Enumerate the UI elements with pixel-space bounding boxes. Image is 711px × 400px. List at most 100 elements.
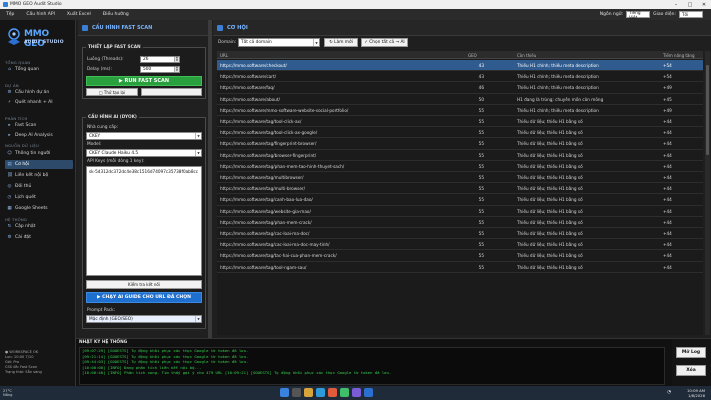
maximize-icon[interactable]: □ — [683, 2, 697, 8]
browser-icon[interactable] — [316, 388, 325, 397]
cell-missing: Thiếu dữ liệu; thiếu H1 bằng số — [517, 186, 583, 192]
wifi-icon[interactable]: ◔ — [667, 390, 671, 395]
table-row[interactable]: https://mmo.software/faq/46 Thiếu H1 chín… — [217, 82, 703, 94]
column-header-url[interactable]: URL — [220, 53, 228, 58]
model-value: CKEY Claude Haiku 4.5 — [89, 150, 139, 156]
clock-date: 1/8/2026 — [687, 393, 705, 398]
table-row[interactable]: https://mmo.software/about/50 H1 đang là … — [217, 94, 703, 105]
sidebar-item-internal-links[interactable]: ⛓ Liên kết nội bộ — [5, 171, 73, 180]
column-header-missing[interactable]: Còn thiếu — [517, 53, 536, 58]
column-header-potential[interactable]: Tiềm năng tăng — [663, 53, 695, 58]
opportunities-table: URL GEO Còn thiếu Tiềm năng tăng https:/… — [217, 51, 703, 335]
log-output[interactable]: [09:07:29] [GOOESTS] Tự động khôi phục x… — [79, 347, 665, 385]
cell-potential: +44 — [663, 197, 672, 203]
sidebar-item-label: Quét nhanh + AI — [15, 100, 53, 105]
close-icon[interactable]: ✕ — [697, 2, 711, 8]
prompt-pack-select[interactable]: Mặc định (GEO/SEO) ▼ — [86, 315, 202, 323]
run-ai-guide-button[interactable]: ▶ CHẠY AI GUIDE CHO URL ĐÃ CHỌN — [86, 292, 202, 303]
test-connection-button[interactable]: Kiểm tra kết nối — [86, 280, 202, 289]
table-row[interactable]: https://mmo.software/tag/phan-mem-tao-hi… — [217, 161, 703, 172]
language-select[interactable]: Tiếng Việt — [626, 10, 651, 20]
secondary-button[interactable] — [141, 88, 202, 96]
table-row[interactable]: https://mmo.software/tag/website-gia-mao… — [217, 206, 703, 217]
table-scrollbar[interactable] — [705, 51, 710, 335]
app-icon[interactable] — [364, 388, 373, 397]
sidebar-item-overview[interactable]: ⌂ Tổng quan — [5, 65, 73, 74]
cell-geo-score: 43 — [478, 63, 484, 68]
run-fast-scan-button[interactable]: ▶ RUN FAST SCAN — [86, 76, 202, 86]
model-select[interactable]: CKEY Claude Haiku 4.5 ▼ — [86, 149, 202, 157]
table-row[interactable]: https://mmo.software/checkout/43 Thiếu H1… — [217, 60, 703, 72]
table-row[interactable]: https://mmo.software/tag/tool-ngam-sau/5… — [217, 262, 703, 273]
api-key-value: sk-5d312dc372dc4e38c1516d74097c35738f0ab… — [89, 169, 199, 174]
menu-export-excel[interactable]: Xuất Excel — [61, 12, 97, 17]
sidebar-item-deep-ai[interactable]: ▸ Deep AI Analysis — [5, 131, 73, 140]
sidebar-item-quick-scan-ai[interactable]: ⚡ Quét nhanh + AI — [5, 98, 73, 107]
spinner-icon[interactable]: ▲ ▼ — [174, 56, 179, 62]
system-clock[interactable]: 10:09 AM 1/8/2026 — [687, 388, 705, 398]
threads-input[interactable]: 26 ▲ ▼ — [140, 56, 180, 63]
table-row[interactable]: https://mmo.software/cart/43 Thiếu H1 chí… — [217, 71, 703, 83]
table-row[interactable]: https://mmo.software/mmo-software-websit… — [217, 105, 703, 116]
left-panel-scrollbar[interactable] — [208, 20, 212, 340]
table-row[interactable]: https://mmo.software/tag/tool-click-ax/5… — [217, 116, 703, 128]
app-window: MMO GEO Audit Studio – □ ✕ Tệp Cấu hình … — [0, 0, 711, 400]
chevron-down-icon: ▼ — [313, 39, 319, 46]
domain-select[interactable]: Tất cả domain ▼ — [238, 38, 320, 47]
sidebar-item-schedule[interactable]: ◷ Lịch quét — [5, 193, 73, 202]
cell-url: https://mmo.software/about/ — [220, 96, 280, 102]
sidebar-item-competitors[interactable]: ◎ Đối thủ — [5, 182, 73, 191]
retry-button[interactable]: □ Thử tạo lại — [86, 88, 138, 96]
scroll-thumb[interactable] — [706, 65, 709, 155]
table-row[interactable]: https://mmo.software/tag/browser-fingerp… — [217, 150, 703, 161]
window-title: MMO GEO Audit Studio — [10, 2, 62, 7]
folder-icon[interactable] — [304, 388, 313, 397]
delay-label: Delay (ms): — [87, 67, 112, 72]
sidebar-item-settings[interactable]: ⚙ Cài đặt — [5, 233, 73, 242]
cell-potential: +44 — [663, 242, 672, 248]
table-row[interactable]: https://mmo.software/tag/multibrowser/55… — [217, 172, 703, 184]
cell-potential: +44 — [663, 141, 672, 147]
sidebar-item-update[interactable]: ↻ Cập nhật — [5, 222, 73, 231]
cell-geo-score: 55 — [478, 208, 484, 214]
cell-potential: +45 — [663, 96, 672, 102]
start-icon[interactable] — [280, 388, 289, 397]
menu-api-config[interactable]: Cấu hình API — [20, 12, 61, 17]
sidebar-item-fast-scan[interactable]: ▸ Fast Scan — [5, 121, 73, 130]
table-row[interactable]: https://mmo.software/tag/cac-loai-ma-doc… — [217, 228, 703, 240]
table-row[interactable]: https://mmo.software/tag/canh-bao-lua-da… — [217, 194, 703, 206]
sidebar-item-opportunities[interactable]: ▤ Cơ hội — [5, 160, 73, 169]
theme-select[interactable]: Tối — [679, 11, 703, 18]
select-all-ai-button[interactable]: ✓ Chọn tất cả → AI — [361, 38, 408, 47]
clear-log-button[interactable]: Xóa — [676, 365, 706, 376]
column-header-geo[interactable]: GEO — [468, 53, 477, 58]
api-keys-textarea[interactable]: sk-5d312dc372dc4e38c1516d74097c35738f0ab… — [86, 166, 202, 276]
app-icon[interactable] — [352, 388, 361, 397]
table-row[interactable]: https://mmo.software/tag/tool-click-ax-g… — [217, 127, 703, 139]
table-row[interactable]: https://mmo.software/tag/phan-mem-crack/… — [217, 217, 703, 228]
table-row[interactable]: https://mmo.software/tag/fingerprint-bro… — [217, 138, 703, 150]
delay-input[interactable]: 500 ▲ ▼ — [140, 66, 180, 73]
cell-url: https://mmo.software/checkout/ — [220, 63, 287, 68]
minimize-icon[interactable]: – — [669, 2, 683, 8]
search-icon[interactable] — [292, 388, 301, 397]
sidebar-item-project-config[interactable]: ⚙ Cấu hình dự án — [5, 88, 73, 97]
refresh-icon: ↻ — [7, 224, 12, 229]
sidebar-item-user-info[interactable]: ☺ Thông tin người — [5, 149, 73, 158]
table-row[interactable]: https://mmo.software/tag/cac-loai-ma-doc… — [217, 239, 703, 251]
menu-navigation[interactable]: Điều hướng — [97, 12, 135, 17]
spinner-icon[interactable]: ▲ ▼ — [174, 66, 179, 72]
menu-file[interactable]: Tệp — [0, 12, 20, 17]
scroll-thumb[interactable] — [208, 20, 212, 340]
weather-widget[interactable]: 27°C Nắng — [3, 389, 12, 397]
provider-select[interactable]: CKEY ▼ — [86, 132, 202, 140]
panel-title: CƠ HỘI — [227, 24, 248, 31]
open-log-button[interactable]: Mở Log — [676, 347, 706, 358]
sidebar-item-google-sheets[interactable]: ▦ Google Sheets — [5, 204, 73, 213]
app-icon[interactable] — [328, 388, 337, 397]
table-row[interactable]: https://mmo.software/tag/multi-browser/5… — [217, 183, 703, 195]
table-row[interactable]: https://mmo.software/tag/tac-hai-cua-pha… — [217, 250, 703, 262]
app-icon[interactable] — [340, 388, 349, 397]
logo-subtitle: AUDIT STUDIO — [24, 40, 64, 45]
refresh-button[interactable]: ↻ Làm mới — [324, 38, 358, 47]
